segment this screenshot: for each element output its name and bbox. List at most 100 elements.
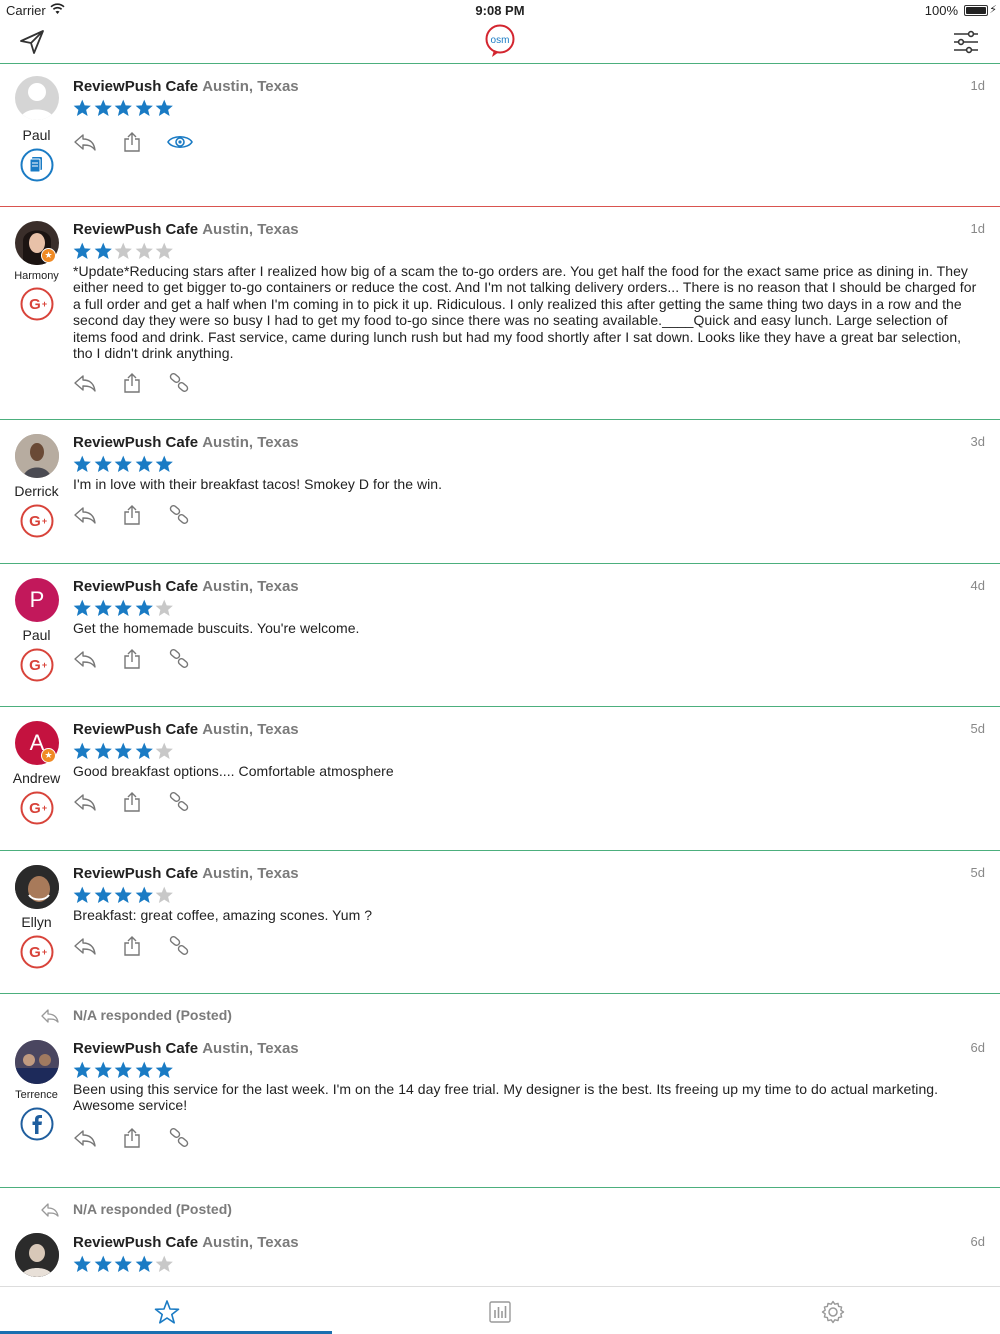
star-rating	[73, 99, 174, 117]
svg-text:osm: osm	[491, 35, 510, 46]
star-rating	[73, 742, 174, 760]
star-empty-icon	[155, 1255, 173, 1272]
share-icon[interactable]	[120, 648, 144, 670]
avatar	[15, 865, 59, 909]
star-filled-icon	[135, 742, 153, 759]
star-filled-icon	[73, 242, 91, 259]
reply-icon[interactable]	[73, 504, 97, 526]
business-location: Austin, Texas	[202, 221, 299, 238]
review-card[interactable]: Paul ReviewPush Cafe Austin, Texas 1d	[0, 64, 1000, 207]
link-icon[interactable]	[167, 372, 191, 394]
filter-sliders-icon[interactable]	[952, 28, 980, 56]
google-plus-icon: G +	[20, 287, 54, 321]
review-card[interactable]: N/A responded (Posted) Terrence ReviewPu…	[0, 994, 1000, 1188]
review-header: ReviewPush Cafe Austin, Texas	[73, 721, 299, 738]
battery-percent: 100%	[924, 3, 958, 18]
business-name: ReviewPush Cafe	[73, 721, 199, 738]
reply-icon[interactable]	[73, 791, 97, 813]
review-actions	[73, 1127, 203, 1149]
business-name: ReviewPush Cafe	[73, 578, 199, 595]
business-location: Austin, Texas	[202, 434, 299, 451]
avatar	[15, 434, 59, 478]
link-icon[interactable]	[167, 791, 191, 813]
review-card[interactable]: ★ Harmony G + ReviewPush Cafe Austin, Te…	[0, 207, 1000, 420]
review-age: 1d	[970, 78, 985, 93]
review-actions	[73, 504, 203, 526]
bottom-tab-bar	[0, 1286, 1000, 1334]
star-filled-icon	[94, 99, 112, 116]
review-actions	[73, 131, 203, 153]
reply-icon[interactable]	[73, 131, 97, 153]
business-location: Austin, Texas	[202, 721, 299, 738]
star-filled-icon	[94, 886, 112, 903]
response-status: N/A responded (Posted)	[0, 1006, 1000, 1026]
svg-text:+: +	[42, 660, 47, 670]
review-card[interactable]: Derrick G + ReviewPush Cafe Austin, Texa…	[0, 420, 1000, 564]
person-silhouette-icon	[20, 83, 54, 120]
avatar	[15, 1233, 59, 1277]
google-plus-icon: G +	[20, 935, 54, 969]
star-filled-icon	[94, 1255, 112, 1272]
review-author: Andrew	[12, 770, 61, 786]
review-actions	[73, 791, 203, 813]
review-card[interactable]: Ellyn G + ReviewPush Cafe Austin, Texas …	[0, 851, 1000, 994]
clock: 9:08 PM	[475, 3, 525, 18]
business-location: Austin, Texas	[202, 1234, 299, 1251]
share-icon[interactable]	[120, 372, 144, 394]
review-text: I'm in love with their breakfast tacos! …	[73, 476, 443, 492]
star-filled-icon	[135, 455, 153, 472]
star-filled-icon	[155, 455, 173, 472]
star-filled-icon	[94, 455, 112, 472]
review-actions	[73, 648, 203, 670]
settings-tab[interactable]	[666, 1287, 999, 1334]
star-empty-icon	[114, 242, 132, 259]
reply-icon[interactable]	[73, 372, 97, 394]
eye-icon[interactable]	[167, 131, 193, 153]
star-rating	[73, 886, 174, 904]
star-filled-icon	[94, 1061, 112, 1078]
reply-icon[interactable]	[73, 648, 97, 670]
reports-tab[interactable]	[333, 1287, 666, 1334]
star-rating	[73, 242, 174, 260]
review-card[interactable]: A ★ Andrew G + ReviewPush Cafe Austin, T…	[0, 707, 1000, 851]
svg-text:+: +	[42, 516, 47, 526]
link-icon[interactable]	[167, 504, 191, 526]
review-feed[interactable]: Paul ReviewPush Cafe Austin, Texas 1d ★ …	[0, 64, 1000, 1286]
review-text: Good breakfast options.... Comfortable a…	[73, 763, 394, 779]
reply-icon[interactable]	[73, 935, 97, 957]
share-icon[interactable]	[120, 131, 144, 153]
reviews-tab[interactable]	[0, 1287, 333, 1334]
link-icon[interactable]	[167, 935, 191, 957]
local-guide-badge-icon: ★	[41, 248, 56, 263]
share-icon[interactable]	[120, 935, 144, 957]
send-icon[interactable]	[18, 28, 46, 56]
review-text: Been using this service for the last wee…	[73, 1081, 939, 1114]
star-filled-icon	[73, 599, 91, 616]
business-location: Austin, Texas	[202, 78, 299, 95]
star-rating	[73, 455, 174, 473]
review-author: Derrick	[14, 483, 59, 499]
response-status: N/A responded (Posted)	[0, 1200, 1000, 1220]
link-icon[interactable]	[167, 1127, 191, 1149]
star-filled-icon	[73, 455, 91, 472]
business-name: ReviewPush Cafe	[73, 1040, 199, 1057]
star-empty-icon	[155, 242, 173, 259]
star-filled-icon	[73, 1061, 91, 1078]
share-icon[interactable]	[120, 1127, 144, 1149]
review-card[interactable]: N/A responded (Posted) ReviewPush Cafe A…	[0, 1188, 1000, 1286]
link-icon[interactable]	[167, 648, 191, 670]
svg-text:G: G	[29, 657, 41, 674]
review-card[interactable]: P Paul G + ReviewPush Cafe Austin, Texas…	[0, 564, 1000, 707]
star-filled-icon	[135, 99, 153, 116]
svg-text:G: G	[29, 513, 41, 530]
share-icon[interactable]	[120, 791, 144, 813]
star-filled-icon	[73, 886, 91, 903]
avatar	[15, 1040, 59, 1084]
review-text: *Update*Reducing stars after I realized …	[73, 263, 977, 362]
share-icon[interactable]	[120, 504, 144, 526]
review-header: ReviewPush Cafe Austin, Texas	[73, 1234, 299, 1251]
svg-text:G: G	[29, 944, 41, 961]
reply-icon	[41, 1009, 59, 1023]
review-age: 5d	[970, 721, 985, 736]
reply-icon[interactable]	[73, 1127, 97, 1149]
